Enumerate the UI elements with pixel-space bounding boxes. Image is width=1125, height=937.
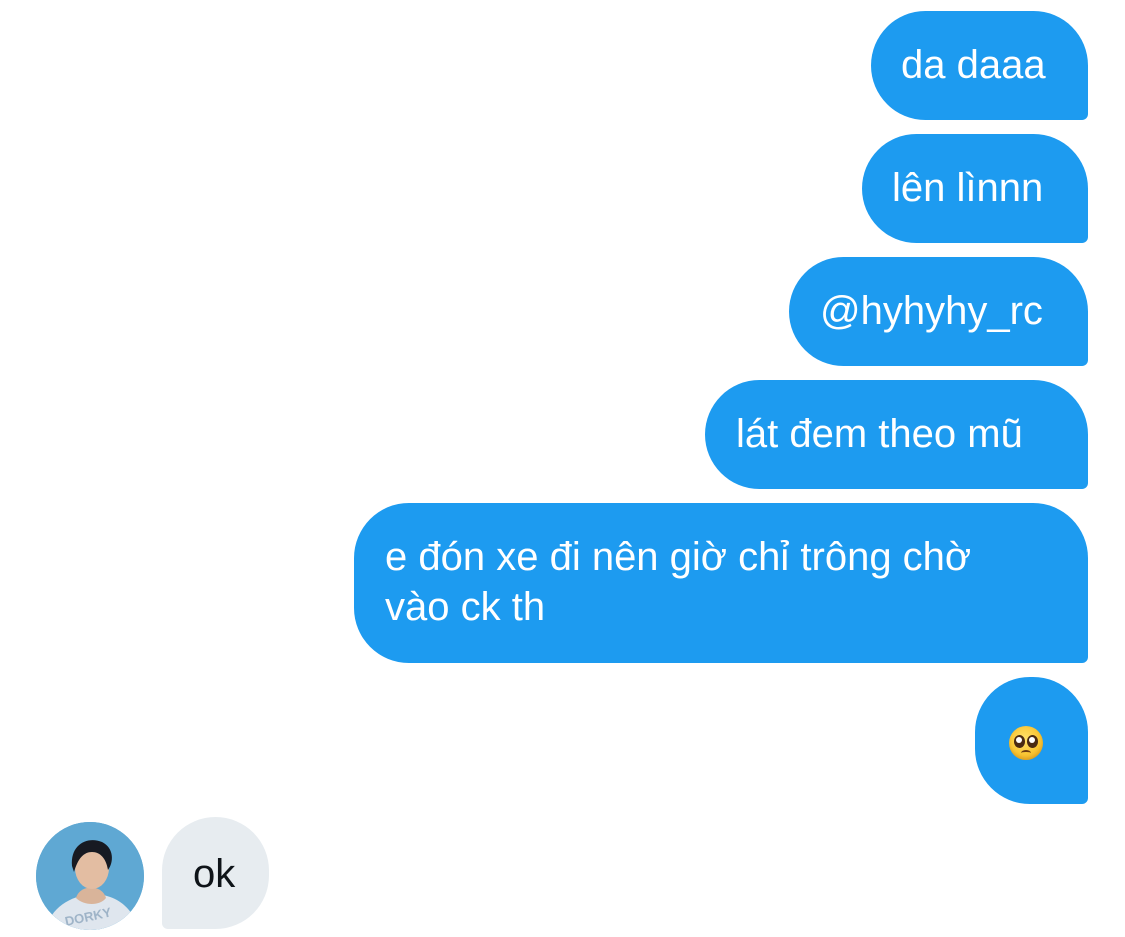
message-text: @hyhyhy_rc (820, 289, 1043, 333)
emoji-eye-right (1027, 735, 1038, 748)
message-bubble-sent-emoji[interactable] (975, 677, 1088, 804)
message-text: ok (193, 852, 236, 896)
emoji-eye-left (1014, 735, 1025, 748)
emoji-mouth (1021, 750, 1031, 756)
message-text-line: e đón xe đi nên giờ chỉ trông chờ (385, 535, 972, 579)
message-bubble-sent[interactable]: @hyhyhy_rc (789, 257, 1088, 366)
avatar-illustration: DORKY (36, 822, 144, 930)
message-bubble-sent[interactable]: e đón xe đi nên giờ chỉ trông chờ vào ck… (354, 503, 1088, 663)
pleading-face-emoji (1009, 726, 1043, 760)
message-bubble-sent[interactable]: da daaa (871, 11, 1088, 120)
message-text: lát đem theo mũ (736, 412, 1023, 456)
message-bubble-received[interactable]: ok (162, 817, 269, 929)
message-text: da daaa (901, 43, 1046, 87)
message-bubble-sent[interactable]: lên lìnnn (862, 134, 1088, 243)
message-bubble-sent[interactable]: lát đem theo mũ (705, 380, 1088, 489)
message-text-line: vào ck th (385, 585, 546, 629)
user-avatar-photo[interactable]: DORKY (36, 822, 144, 930)
message-text: lên lìnnn (892, 166, 1044, 210)
